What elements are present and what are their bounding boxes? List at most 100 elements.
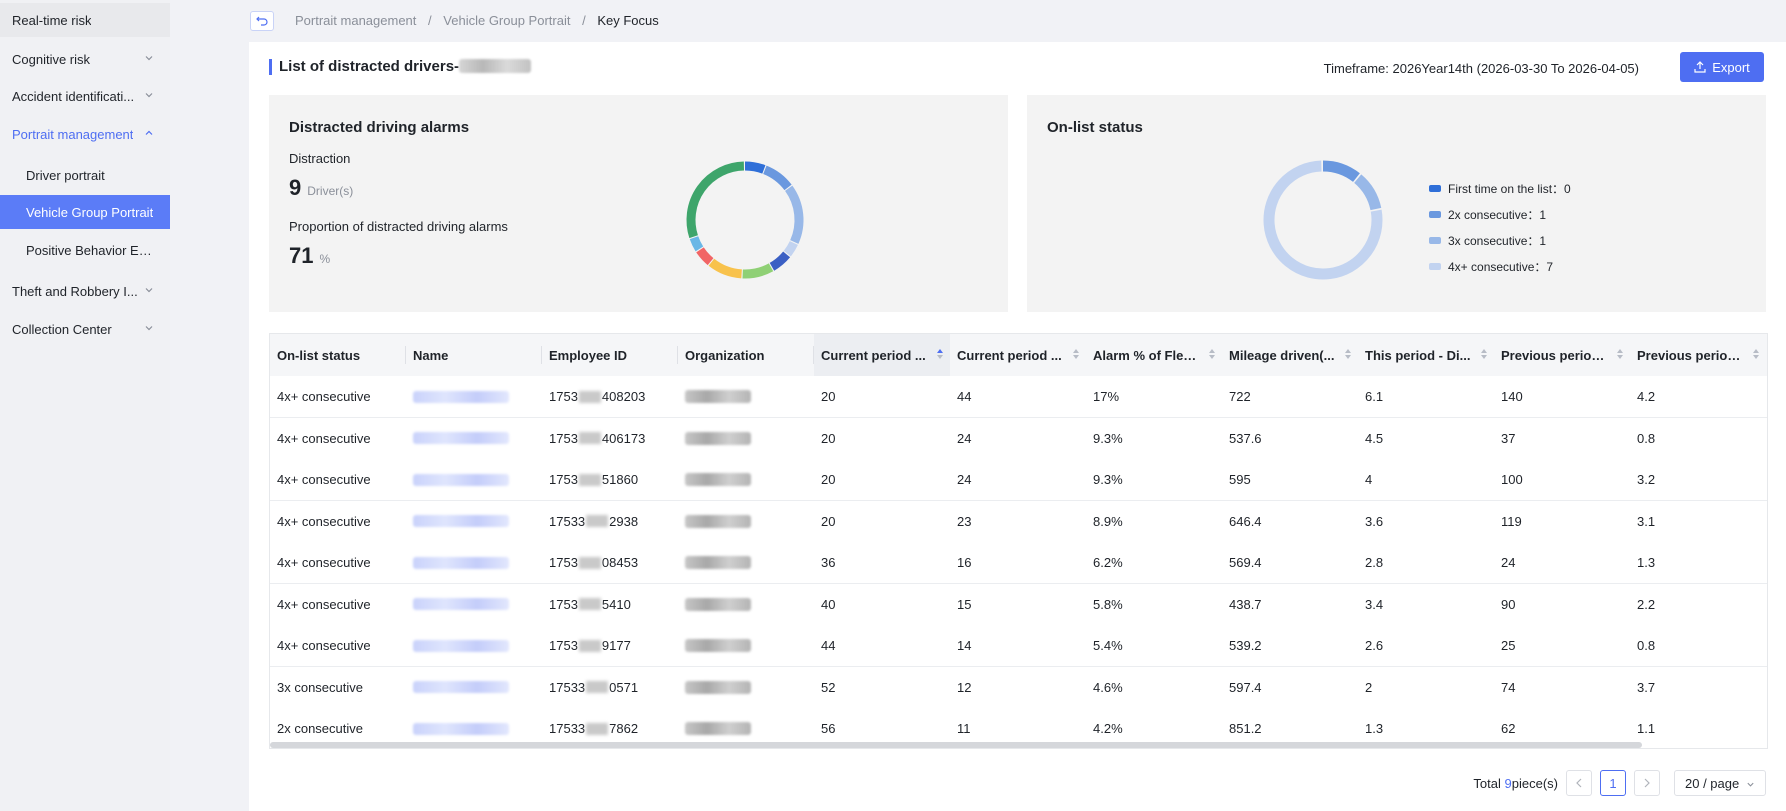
timeframe-label: Timeframe: 2026Year14th (2026-03-30 To 2… xyxy=(1323,61,1639,76)
redacted-name xyxy=(413,681,509,693)
cell-value: 0.8 xyxy=(1637,430,1656,446)
cell-organization xyxy=(678,376,814,417)
breadcrumb-item-vehicle-group-portrait[interactable]: Vehicle Group Portrait xyxy=(443,13,570,28)
legend-item-3x[interactable]: 3x consecutive：1 xyxy=(1429,227,1571,253)
sortable-column-header[interactable]: Previous period... xyxy=(1630,334,1766,376)
sortable-column-header[interactable]: Current period ... xyxy=(950,334,1086,376)
breadcrumb-item-key-focus: Key Focus xyxy=(597,13,659,28)
cell-value: 3.6 xyxy=(1365,513,1384,529)
cell-value: 9.3% xyxy=(1093,430,1123,446)
sidebar-item-positive-behavior[interactable]: Positive Behavior Ev... xyxy=(0,233,170,267)
donut-segment[interactable] xyxy=(742,263,774,279)
cell-value: 0.8 xyxy=(1637,638,1656,653)
donut-segment[interactable] xyxy=(783,240,798,257)
column-header-label: Alarm % of Fleet T... xyxy=(1093,347,1201,363)
sidebar-item-accident-identification[interactable]: Accident identificati... xyxy=(0,79,170,113)
cell-value: 3.1 xyxy=(1637,513,1656,529)
sort-icon[interactable] xyxy=(1752,347,1760,361)
cell-value: 119 xyxy=(1501,513,1522,529)
sort-icon[interactable] xyxy=(1072,347,1080,361)
sidebar-item-label: Vehicle Group Portrait xyxy=(26,204,154,220)
cell-value: 6.2% xyxy=(1093,555,1123,570)
donut-segment[interactable] xyxy=(744,161,766,174)
donut-segment[interactable] xyxy=(696,247,714,266)
sort-icon[interactable] xyxy=(1344,347,1352,361)
sidebar-item-driver-portrait[interactable]: Driver portrait xyxy=(0,158,170,192)
cell-value: 74 xyxy=(1501,679,1516,695)
donut-segment[interactable] xyxy=(769,251,791,271)
prev-page-button[interactable] xyxy=(1566,770,1592,796)
donut-segment[interactable] xyxy=(689,236,704,252)
column-header-label: Current period ... xyxy=(957,347,1062,363)
redacted-name xyxy=(413,390,509,403)
sort-icon[interactable] xyxy=(1616,347,1624,361)
cell-value: 438.7 xyxy=(1229,596,1262,612)
sort-icon[interactable] xyxy=(1208,347,1216,361)
sortable-column-header[interactable]: Mileage driven(... xyxy=(1222,334,1358,376)
cell-status: 3x consecutive xyxy=(277,679,363,695)
sidebar-item-label: Portrait management xyxy=(12,126,134,142)
sort-icon[interactable] xyxy=(1480,347,1488,361)
breadcrumb: Portrait management / Vehicle Group Port… xyxy=(295,13,659,28)
cell-value: 36 xyxy=(821,555,836,570)
horizontal-scrollbar[interactable] xyxy=(270,742,1642,748)
sidebar-item-vehicle-group-portrait[interactable]: Vehicle Group Portrait xyxy=(0,195,170,229)
distraction-label: Distraction xyxy=(289,151,351,166)
donut-segment[interactable] xyxy=(1322,160,1360,183)
status-donut-chart xyxy=(1263,160,1383,280)
sidebar-item-portrait-management[interactable]: Portrait management xyxy=(0,117,170,151)
cell-value: 9.3% xyxy=(1093,472,1123,487)
donut-segment[interactable] xyxy=(1353,174,1382,211)
sortable-column-header[interactable]: Previous period... xyxy=(1494,334,1630,376)
export-button[interactable]: Export xyxy=(1680,52,1764,82)
cell-value: 4.2 xyxy=(1637,389,1656,404)
cell-name xyxy=(406,459,542,500)
page-button-current[interactable]: 1 xyxy=(1600,770,1626,796)
table-row[interactable]: 4x+ consecutive 1753 406173 20 24 9.3% 537.6 4.… xyxy=(270,417,1767,460)
donut-segment[interactable] xyxy=(686,161,745,239)
sortable-column-header[interactable]: Alarm % of Fleet T... xyxy=(1086,334,1222,376)
cell-value: 3.2 xyxy=(1637,472,1656,487)
legend-item-first-time[interactable]: First time on the list：0 xyxy=(1429,175,1571,201)
sort-icon[interactable] xyxy=(936,347,944,361)
donut-segment[interactable] xyxy=(763,165,792,191)
breadcrumb-item-portrait-management[interactable]: Portrait management xyxy=(295,13,416,28)
donut-segment[interactable] xyxy=(708,258,743,279)
cell-employee-id: 1753 408203 xyxy=(542,376,678,417)
next-page-button[interactable] xyxy=(1634,770,1660,796)
table-row[interactable]: 4x+ consecutive 1753 9177 44 14 5.4% 539.2 2.6 2… xyxy=(270,625,1767,667)
table-row[interactable]: 4x+ consecutive 17533 2938 20 23 8.9% 646.4 3.6… xyxy=(270,500,1767,543)
sortable-column-header[interactable]: This period - Di... xyxy=(1358,334,1494,376)
total-count: 9 xyxy=(1504,775,1512,791)
cell-name xyxy=(406,667,542,708)
sidebar-item-theft-robbery[interactable]: Theft and Robbery I... xyxy=(0,274,170,308)
employee-id-suffix: 0571 xyxy=(609,679,639,695)
redacted-id-part xyxy=(578,473,601,486)
table-row[interactable]: 4x+ consecutive 1753 5410 40 15 5.8% 438.7 3.4 9… xyxy=(270,583,1767,626)
legend-item-2x[interactable]: 2x consecutive：1 xyxy=(1429,201,1571,227)
sidebar-item-collection-center[interactable]: Collection Center xyxy=(0,312,170,346)
cell-value: 5.4% xyxy=(1093,638,1123,653)
table-row[interactable]: 4x+ consecutive 1753 51860 20 24 9.3% 595 4 100 3… xyxy=(270,459,1767,501)
sidebar-item-label: Positive Behavior Ev... xyxy=(26,242,154,258)
sortable-column-header[interactable]: Current period ... xyxy=(814,334,950,376)
table-row[interactable]: 4x+ consecutive 1753 408203 20 44 17% 722 6.1 14… xyxy=(270,376,1767,418)
redacted-id-part xyxy=(578,639,601,652)
column-header-label: Mileage driven(... xyxy=(1229,347,1335,363)
back-button[interactable] xyxy=(250,11,274,31)
table-row[interactable]: 3x consecutive 17533 0571 52 12 4.6% 597.4 2 74 3… xyxy=(270,666,1767,709)
redacted-id-part xyxy=(578,390,601,403)
status-legend: First time on the list：0 2x consecutive：… xyxy=(1429,175,1571,279)
sidebar-item-cognitive-risk[interactable]: Cognitive risk xyxy=(0,42,170,76)
table-row[interactable]: 4x+ consecutive 1753 08453 36 16 6.2% 569.4 2.8… xyxy=(270,542,1767,584)
table-header: On-list status Name Employee ID Organiza… xyxy=(270,334,1767,377)
donut-segment[interactable] xyxy=(784,185,804,244)
cell-name xyxy=(406,584,542,625)
cell-value: 3.7 xyxy=(1637,679,1656,695)
page-size-select[interactable]: 20 / page xyxy=(1674,770,1766,796)
alarms-donut-chart xyxy=(686,161,804,279)
cell-organization xyxy=(678,418,814,459)
legend-item-4x-plus[interactable]: 4x+ consecutive：7 xyxy=(1429,253,1571,279)
proportion-value: 71% xyxy=(289,243,330,269)
sidebar-item-real-time-risk[interactable]: Real-time risk xyxy=(0,3,170,37)
